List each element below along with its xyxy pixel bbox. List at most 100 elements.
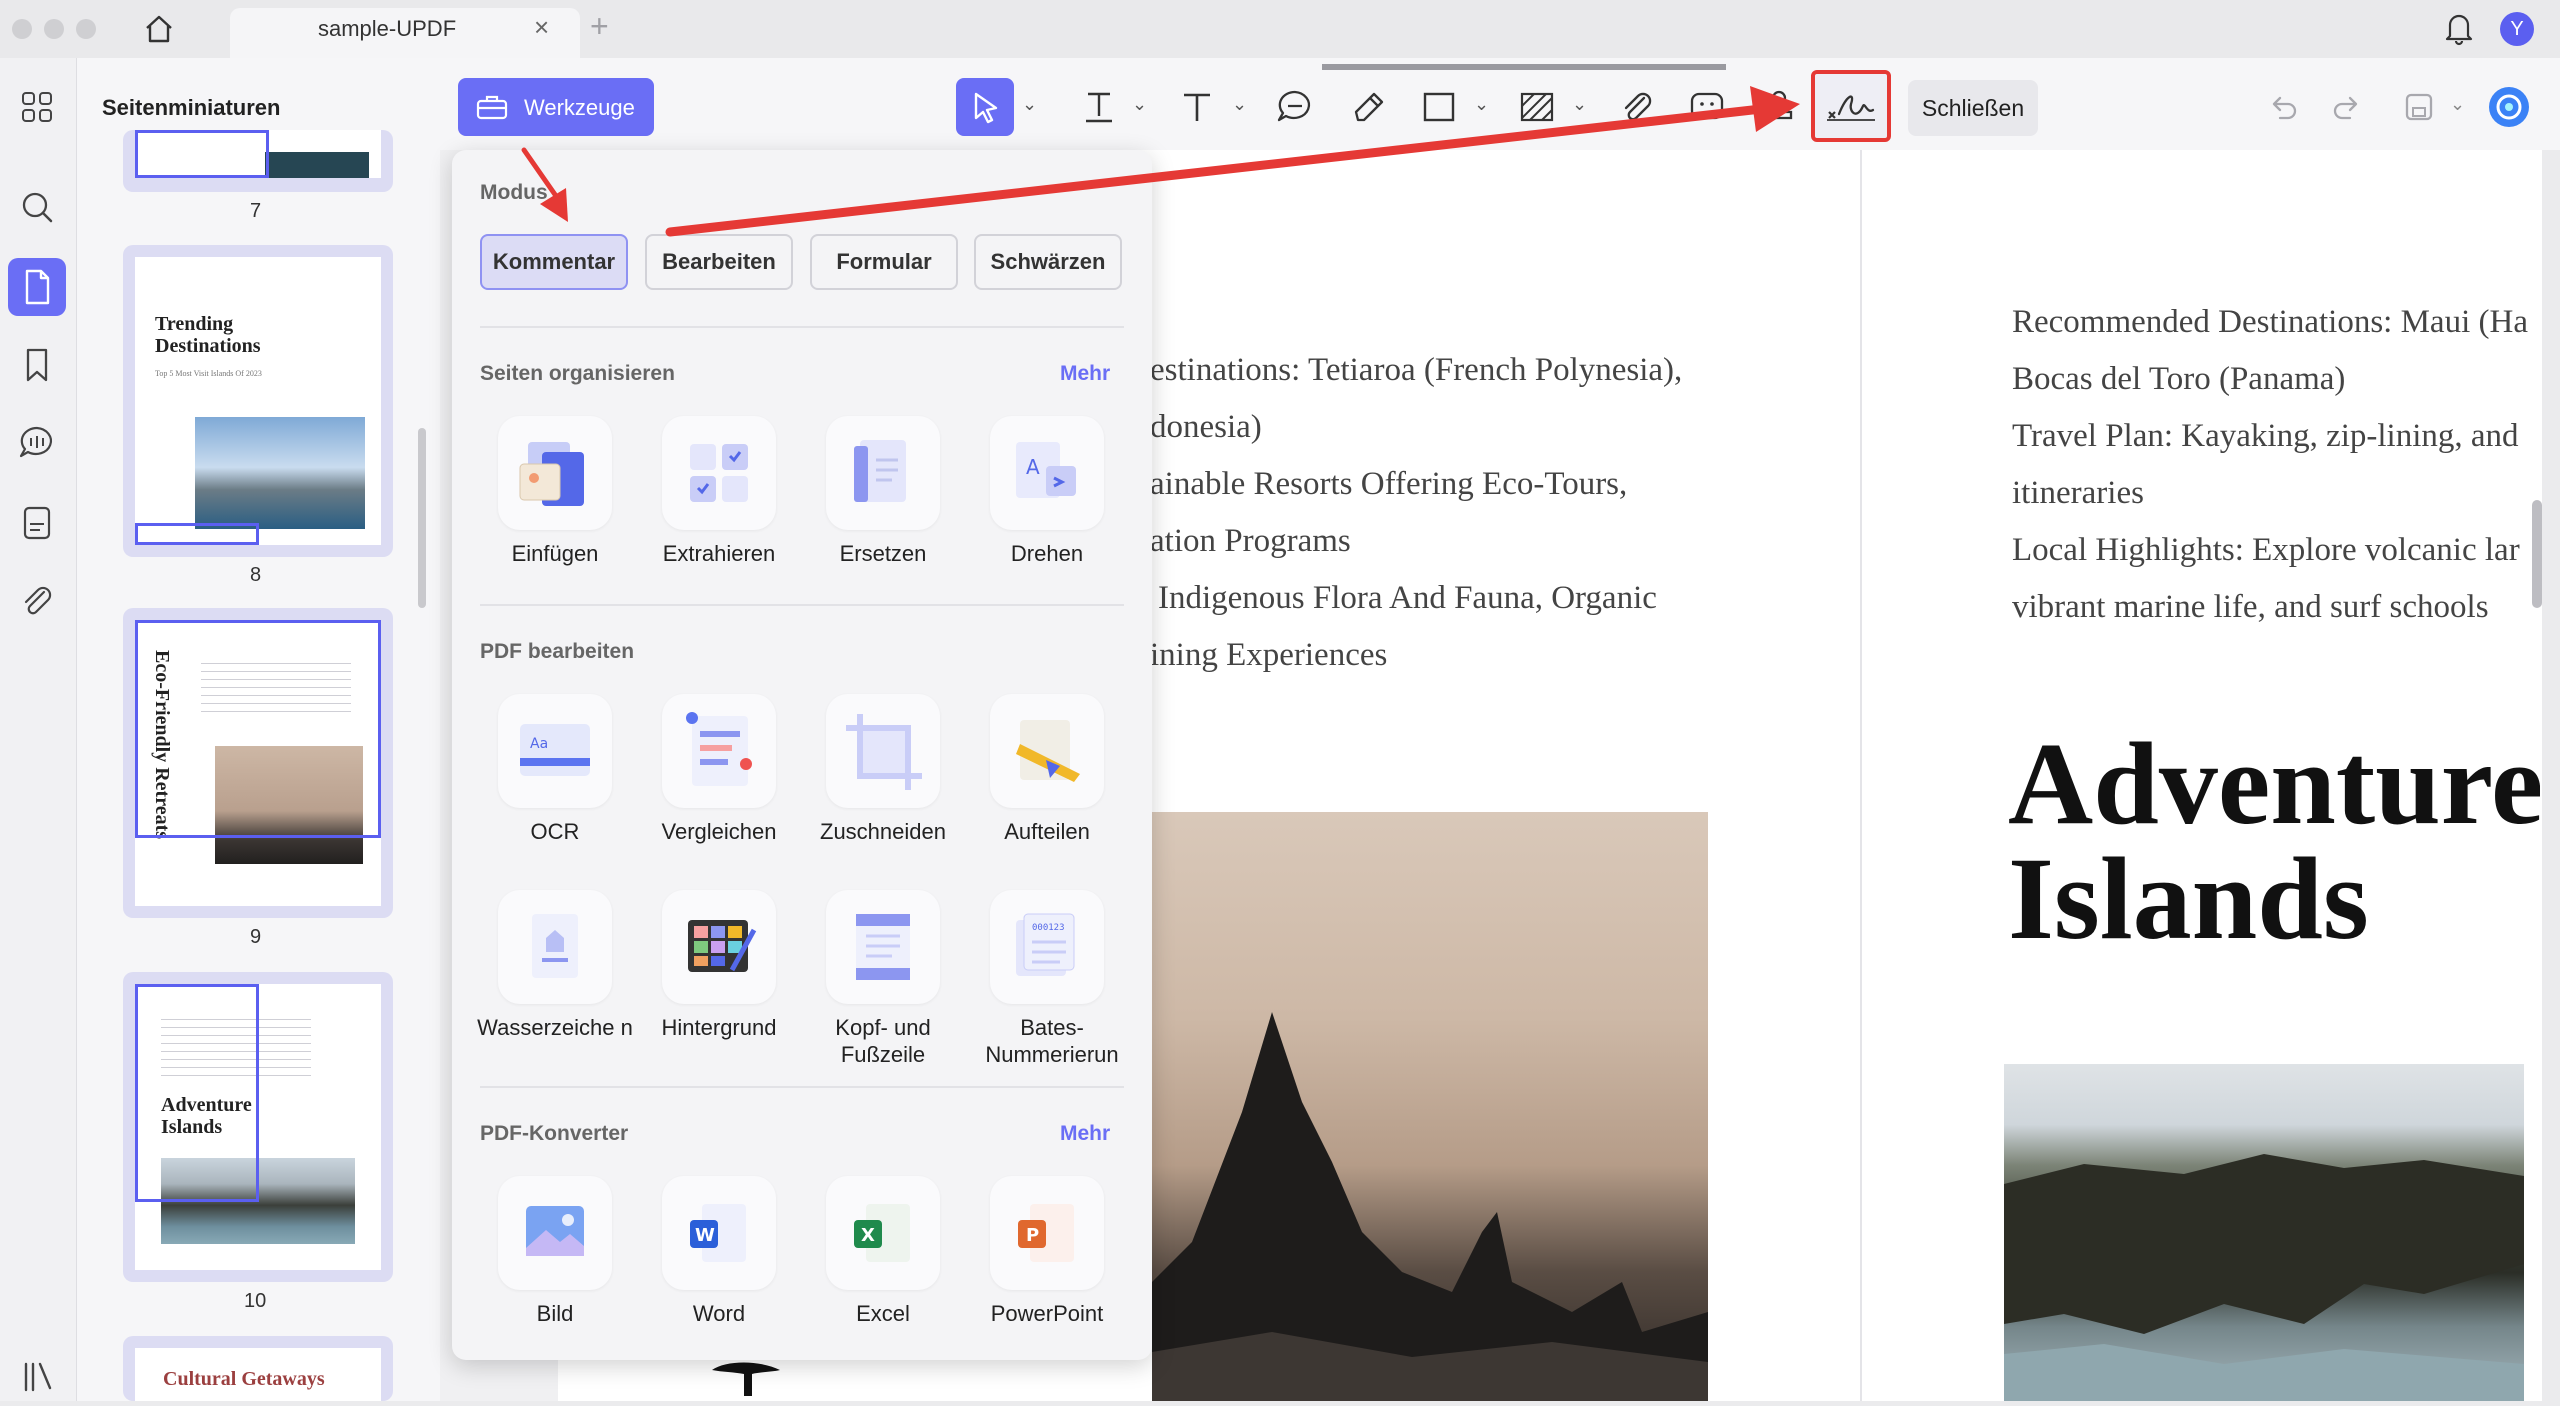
thumbnail-page-9[interactable]: Eco-Friendly Retreats	[123, 608, 393, 918]
doc-line: Travel Plan: Kayaking, zip-lining, and	[2012, 418, 2519, 454]
convert-excel-tile[interactable]: X	[826, 1176, 940, 1290]
highlighter-icon[interactable]	[1348, 86, 1390, 128]
thumbnail-page-8[interactable]: Trending Destinations Top 5 Most Visit I…	[123, 245, 393, 557]
organize-more-link[interactable]: Mehr	[1060, 362, 1110, 386]
signature-icon	[1827, 95, 1875, 121]
page-number: 10	[244, 1290, 267, 1312]
header-footer-label: Kopf- und Fußzeile	[835, 1015, 931, 1067]
background-tile[interactable]	[662, 890, 776, 1004]
bates-label: Bates-Nummerierun	[985, 1015, 1119, 1067]
ocr-label: OCR	[530, 819, 580, 844]
convert-powerpoint-tile[interactable]: P	[990, 1176, 1104, 1290]
ocr-tile[interactable]: Aa	[498, 694, 612, 808]
mode-form-button[interactable]: Formular	[810, 234, 958, 290]
convert-image-tile[interactable]	[498, 1176, 612, 1290]
comments-list-icon[interactable]	[16, 422, 58, 464]
thumbnail-page-10[interactable]: Adventure Islands	[123, 972, 393, 1282]
replace-tile[interactable]	[826, 416, 940, 530]
ai-assistant-icon[interactable]	[2486, 84, 2532, 130]
watermark-tile[interactable]	[498, 890, 612, 1004]
home-icon[interactable]	[142, 12, 176, 46]
convert-image-label: Bild	[536, 1301, 574, 1326]
thumbnail-page-11[interactable]: Cultural Getaways	[123, 1336, 393, 1401]
bookmark-icon[interactable]	[16, 344, 58, 386]
save-icon[interactable]	[2400, 88, 2438, 126]
thumbnails-nav-button[interactable]	[8, 258, 66, 316]
paperclip-icon[interactable]	[16, 580, 58, 622]
mode-edit-button[interactable]: Bearbeiten	[645, 234, 793, 290]
convert-more-link[interactable]: Mehr	[1060, 1122, 1110, 1146]
thumbtack-icon	[712, 1362, 780, 1396]
undo-icon[interactable]	[2264, 88, 2302, 126]
background-label: Hintergrund	[661, 1015, 777, 1040]
svg-text:P: P	[1026, 1225, 1039, 1246]
tab-close-button[interactable]: ×	[534, 12, 549, 43]
text-underline-caret-icon[interactable]: ⌄	[1132, 94, 1147, 115]
page-icon	[25, 269, 50, 305]
split-tile[interactable]	[990, 694, 1104, 808]
text-underline-icon[interactable]	[1078, 86, 1120, 128]
cursor-icon	[974, 92, 998, 124]
document-scrollbar[interactable]	[2532, 500, 2542, 608]
user-avatar[interactable]: Y	[2500, 12, 2534, 46]
mode-comment-button[interactable]: Kommentar	[480, 234, 628, 290]
header-footer-tile[interactable]	[826, 890, 940, 1004]
save-caret-icon[interactable]: ⌄	[2450, 94, 2465, 115]
ocr-icon: Aa	[520, 724, 590, 776]
crop-icon	[846, 714, 922, 790]
bell-icon[interactable]	[2442, 10, 2476, 46]
insert-tile[interactable]	[498, 416, 612, 530]
convert-word-tile[interactable]: W	[662, 1176, 776, 1290]
crop-tile[interactable]	[826, 694, 940, 808]
form-icon[interactable]	[16, 502, 58, 544]
window-zoom-dot[interactable]	[76, 19, 96, 39]
section-title-edit: PDF bearbeiten	[480, 640, 635, 663]
doc-line: donesia)	[1150, 409, 1262, 445]
doc-heading: Adventure Islands	[2008, 726, 2540, 956]
close-editing-button[interactable]: Schließen	[1908, 80, 2038, 136]
compare-icon	[686, 712, 752, 786]
svg-text:000123: 000123	[1032, 923, 1065, 933]
watermark-icon	[532, 914, 578, 978]
hatch-area-icon[interactable]	[1516, 86, 1558, 128]
rotate-tile[interactable]: A	[990, 416, 1104, 530]
window-minimize-dot[interactable]	[44, 19, 64, 39]
mode-label: Modus	[480, 181, 548, 204]
grid-icon[interactable]	[16, 86, 58, 128]
bates-tile[interactable]: 000123	[990, 890, 1104, 1004]
new-tab-button[interactable]: +	[590, 8, 609, 45]
thumbnail-scrollbar[interactable]	[418, 428, 426, 608]
text-tool-caret-icon[interactable]: ⌄	[1232, 94, 1247, 115]
convert-excel-label: Excel	[856, 1301, 910, 1326]
svg-text:X: X	[861, 1225, 875, 1246]
sticker-icon[interactable]	[1686, 86, 1728, 128]
compare-tile[interactable]	[662, 694, 776, 808]
select-tool-button[interactable]	[956, 78, 1014, 136]
comment-icon[interactable]	[1274, 86, 1316, 128]
mode-redact-button[interactable]: Schwärzen	[974, 234, 1122, 290]
word-file-icon: W	[690, 1204, 746, 1262]
signature-tool-button[interactable]	[1811, 70, 1891, 142]
doc-heading-line: Islands	[2008, 833, 2369, 957]
text-tool-icon[interactable]	[1176, 86, 1218, 128]
stamp-icon[interactable]	[1758, 86, 1800, 128]
extract-tile[interactable]	[662, 416, 776, 530]
powerpoint-file-icon: P	[1018, 1204, 1074, 1262]
excel-file-icon: X	[854, 1204, 910, 1262]
hatch-caret-icon[interactable]: ⌄	[1572, 94, 1587, 115]
crop-label: Zuschneiden	[820, 819, 946, 844]
toolbar-progress-strip	[1322, 64, 1726, 70]
redo-icon[interactable]	[2328, 88, 2366, 126]
layers-icon[interactable]	[16, 1356, 58, 1398]
search-icon[interactable]	[16, 186, 58, 228]
doc-line: vibrant marine life, and surf schools	[2012, 589, 2489, 625]
tools-button[interactable]: Werkzeuge	[458, 78, 654, 136]
rectangle-icon[interactable]	[1418, 86, 1460, 128]
shape-caret-icon[interactable]: ⌄	[1474, 94, 1489, 115]
window-close-dot[interactable]	[12, 19, 32, 39]
thumbnail-page-7[interactable]	[123, 130, 393, 192]
convert-powerpoint-label: PowerPoint	[990, 1301, 1104, 1326]
toolbox-icon	[476, 95, 508, 120]
attachment-icon[interactable]	[1616, 86, 1658, 128]
select-tool-caret-icon[interactable]: ⌄	[1022, 94, 1037, 115]
